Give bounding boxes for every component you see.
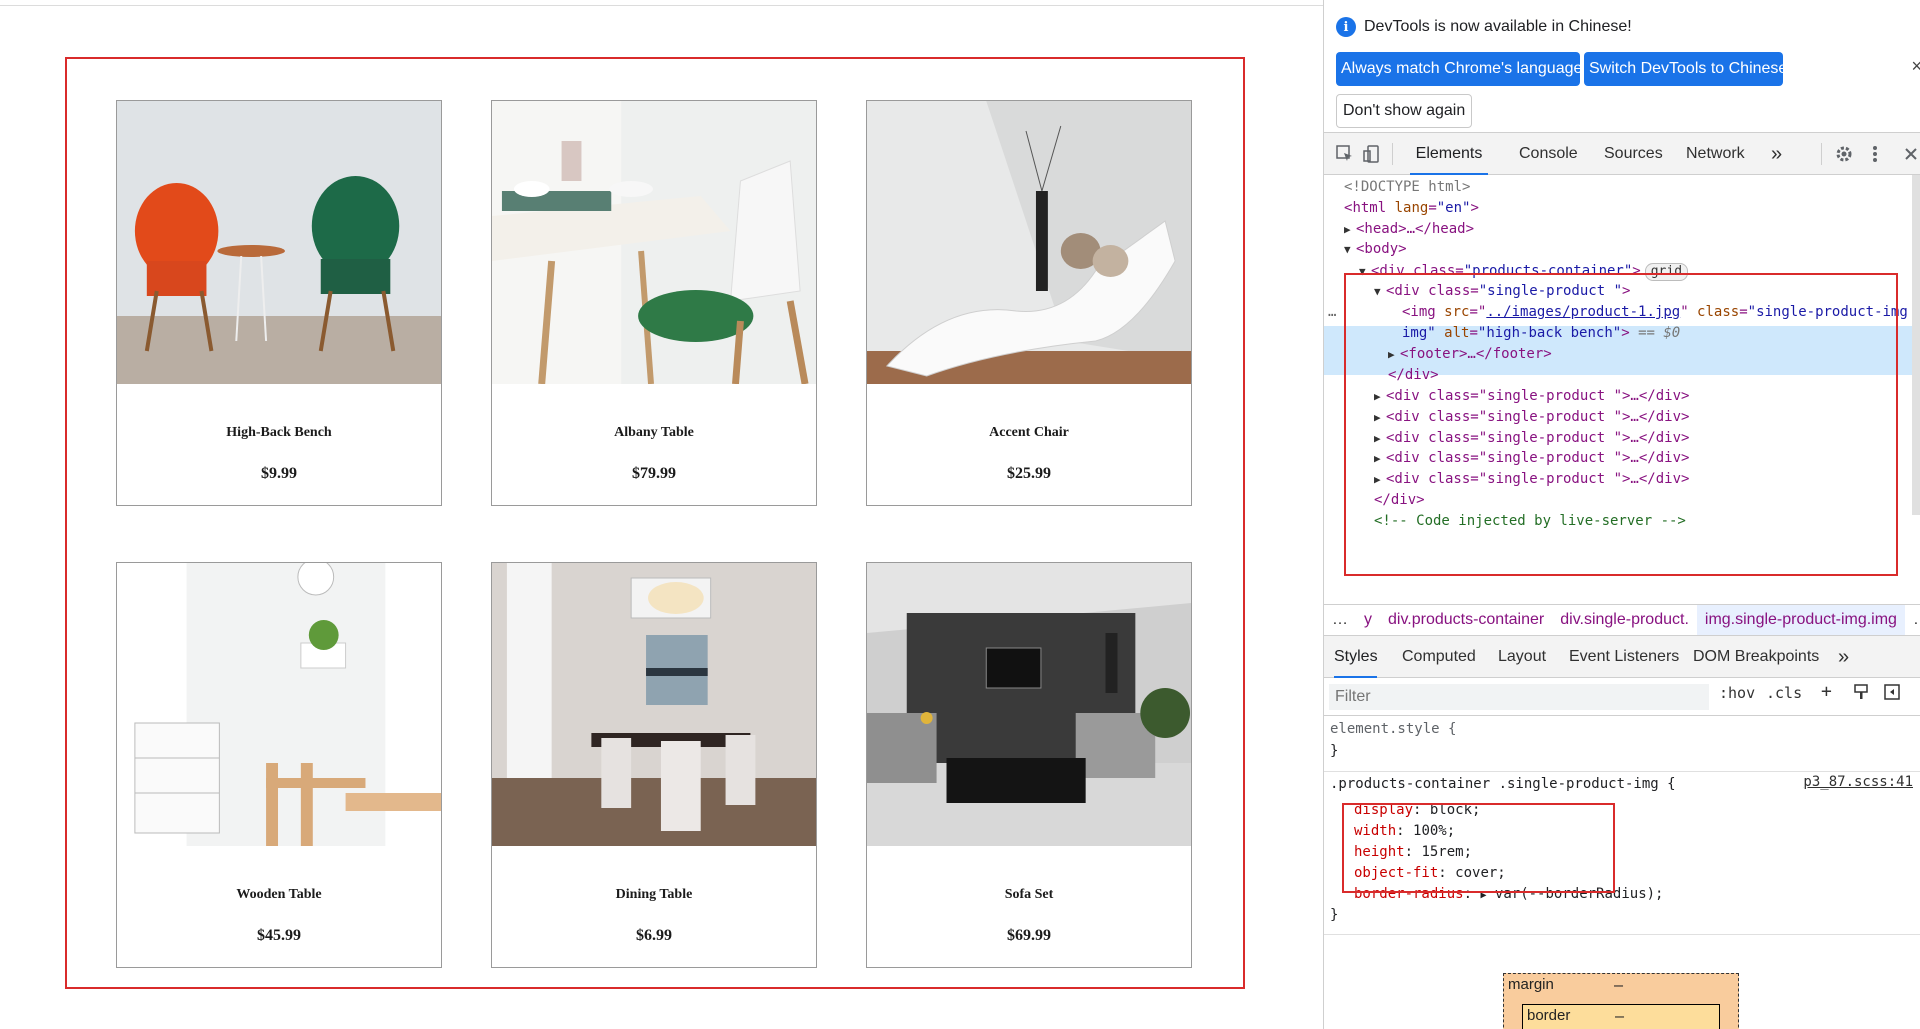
rule-divider [1324,771,1920,772]
rule-selector[interactable]: .products-container .single-product-img … [1330,774,1676,795]
toolbar-divider [1821,143,1822,165]
product-footer: High-Back Bench $9.99 [117,384,441,505]
product-name: Accent Chair [989,425,1069,440]
product-price: $25.99 [1007,465,1051,482]
product-footer: Wooden Table $45.99 [117,846,441,967]
tab-dom-breakpoints[interactable]: DOM Breakpoints [1693,636,1819,678]
product-image-white-room[interactable] [117,563,441,846]
dont-show-again-button[interactable]: Don't show again [1336,94,1473,128]
product-image-lounge[interactable] [867,101,1191,384]
product-card[interactable]: Albany Table $79.99 [491,100,817,506]
info-icon: i [1336,17,1356,37]
elements-dom-tree: <!DOCTYPE html> <html lang="en"> ▶ <head>… [1324,175,1920,604]
dom-head[interactable]: ▶ <head>…</head> [1344,219,1474,240]
tab-sources[interactable]: Sources [1604,133,1663,175]
devtools-panel: i DevTools is now available in Chinese! … [1323,0,1920,1029]
tab-styles[interactable]: Styles [1334,636,1378,678]
dom-doctype[interactable]: <!DOCTYPE html> [1344,177,1470,198]
breadcrumb-item[interactable]: div.single-product. [1552,611,1697,629]
dom-scrollbar[interactable] [1912,175,1920,515]
product-name: Sofa Set [1004,887,1054,902]
dom-html[interactable]: <html lang="en"> [1344,198,1479,219]
class-toggle[interactable]: .cls [1766,684,1802,702]
product-price: $69.99 [1007,927,1051,944]
breadcrumb: … y div.products-container div.single-pr… [1324,604,1920,636]
close-devtools-icon[interactable] [1900,143,1920,165]
toggle-sidebar-icon[interactable] [1883,683,1901,705]
rule-close-brace: } [1330,743,1339,759]
box-model-margin-value: – [1614,976,1624,994]
styles-filter-input[interactable] [1329,684,1709,710]
devtools-tabbar: Elements Console Sources Network » [1324,133,1920,175]
product-card[interactable]: Dining Table $6.99 [491,562,817,968]
product-price: $9.99 [261,465,297,482]
product-price: $6.99 [636,927,672,944]
product-footer: Accent Chair $25.99 [867,384,1191,505]
breadcrumb-item[interactable]: … [1324,611,1356,629]
page-divider [0,5,1323,6]
more-tabs-icon[interactable]: » [1838,636,1849,678]
hover-state-toggle[interactable]: :hov [1719,684,1755,702]
product-price: $79.99 [632,465,676,482]
product-image-dining-small[interactable] [492,101,816,384]
more-tabs-icon[interactable]: » [1771,133,1782,175]
close-icon[interactable]: × [1911,56,1920,77]
tab-event-listeners[interactable]: Event Listeners [1569,636,1679,678]
breadcrumb-item[interactable]: … [1905,611,1920,629]
device-toolbar-icon[interactable] [1361,143,1383,165]
tab-console[interactable]: Console [1519,133,1578,175]
gear-icon[interactable] [1833,143,1855,165]
product-name: Wooden Table [236,887,322,902]
product-footer: Sofa Set $69.99 [867,846,1191,967]
products-container: High-Back Bench $9.99 Albany Table $79.9… [65,57,1245,989]
tab-elements[interactable]: Elements [1410,133,1488,175]
breadcrumb-item[interactable]: y [1356,611,1380,629]
product-image-living-room[interactable] [867,563,1191,846]
rule-close-brace: } [1330,907,1339,923]
box-model-margin-label: margin [1508,976,1554,993]
styles-highlight-box [1342,803,1615,893]
add-rule-icon[interactable]: + [1821,681,1832,702]
product-footer: Dining Table $6.99 [492,846,816,967]
inspect-element-icon[interactable] [1334,143,1356,165]
product-card[interactable]: High-Back Bench $9.99 [116,100,442,506]
rule-divider [1324,934,1920,935]
product-name: High-Back Bench [226,425,332,440]
paint-brush-icon[interactable] [1852,683,1870,705]
web-page: High-Back Bench $9.99 Albany Table $79.9… [0,0,1323,1029]
styles-filter-row: :hov .cls + [1324,678,1920,716]
element-style-rule[interactable]: element.style { [1330,719,1456,740]
dom-highlight-box [1344,273,1898,576]
box-model-diagram[interactable]: margin – border – [1503,973,1739,1029]
tab-network[interactable]: Network [1686,133,1745,175]
dom-body[interactable]: ▼ <body> [1344,239,1407,260]
product-name: Albany Table [614,425,694,440]
breadcrumb-item-active[interactable]: img.single-product-img.img [1696,605,1905,635]
source-link[interactable]: p3_87.scss:41 [1803,774,1913,790]
always-match-language-button[interactable]: Always match Chrome's language [1336,52,1582,86]
language-infobar: i DevTools is now available in Chinese! … [1324,0,1920,133]
product-card[interactable]: Sofa Set $69.99 [866,562,1192,968]
breadcrumb-item[interactable]: div.products-container [1380,611,1552,629]
tab-computed[interactable]: Computed [1402,636,1476,678]
styles-pane: element.style { } .products-container .s… [1324,716,1920,1029]
switch-to-chinese-button[interactable]: Switch DevTools to Chinese [1584,52,1787,86]
product-image-chairs[interactable] [117,101,441,384]
toolbar-divider [1392,143,1393,165]
styles-tabbar: Styles Computed Layout Event Listeners D… [1324,636,1920,678]
product-price: $45.99 [257,927,301,944]
product-card[interactable]: Wooden Table $45.99 [116,562,442,968]
product-footer: Albany Table $79.99 [492,384,816,505]
dom-ellipsis-icon[interactable]: … [1328,302,1336,323]
box-model-border-value: – [1615,1007,1625,1025]
kebab-menu-icon[interactable] [1864,143,1886,165]
product-image-dining-room[interactable] [492,563,816,846]
product-name: Dining Table [615,887,693,902]
info-message: i DevTools is now available in Chinese! [1336,17,1632,37]
product-card[interactable]: Accent Chair $25.99 [866,100,1192,506]
box-model-border: border – [1522,1004,1720,1029]
tab-layout[interactable]: Layout [1498,636,1546,678]
info-text: DevTools is now available in Chinese! [1364,18,1632,35]
box-model-border-label: border [1527,1007,1571,1024]
